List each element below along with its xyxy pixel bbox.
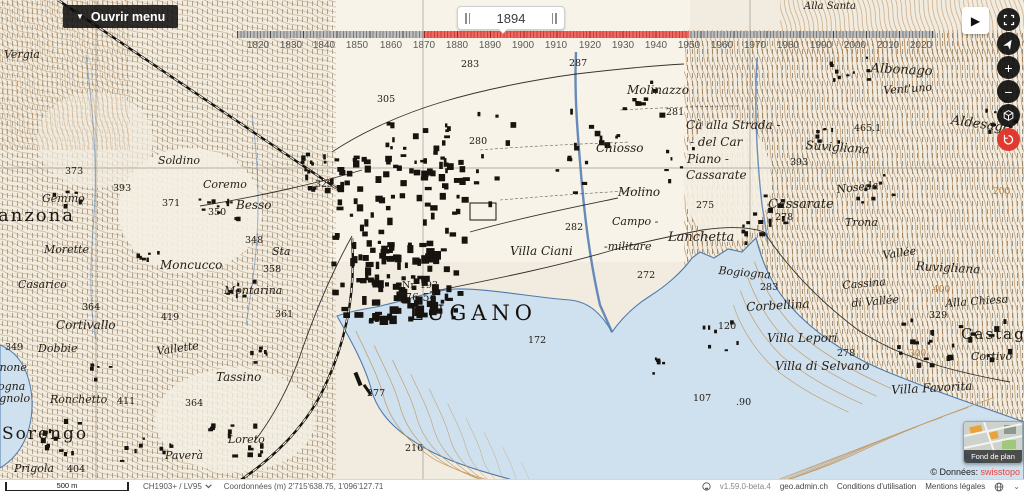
scale-label: 500 m xyxy=(7,481,127,490)
timeline-year-label: 1920 xyxy=(579,40,601,51)
fullscreen-icon xyxy=(1003,14,1015,26)
footer-bar: 500 m CH1903+ / LV95 Coordonnées (m) 2'7… xyxy=(0,479,1024,493)
current-year: 1894 xyxy=(497,11,526,26)
timeline-handle-pointer xyxy=(498,28,508,33)
open-menu-label: Ouvrir menu xyxy=(91,10,165,24)
play-button[interactable]: ▶ xyxy=(962,7,989,34)
open-menu-button[interactable]: ▼ Ouvrir menu xyxy=(63,5,178,28)
timeline-year-label: 1830 xyxy=(280,40,302,51)
timeline-year-label: 1960 xyxy=(711,40,733,51)
version-label[interactable]: v1.59.0-beta.4 xyxy=(720,482,771,491)
drag-grip-icon xyxy=(465,13,470,24)
timeline-year-label: 1950 xyxy=(678,40,700,51)
projection-label: CH1903+ / LV95 xyxy=(143,482,202,491)
timeline-year-label: 2010 xyxy=(877,40,899,51)
timeline-year-label: 1940 xyxy=(645,40,667,51)
basemap-selector[interactable]: Fond de plan xyxy=(963,421,1023,464)
cube-3d-icon xyxy=(1002,109,1015,122)
chevron-down-icon xyxy=(205,484,212,489)
zoom-in-button[interactable]: + xyxy=(997,56,1020,79)
footer-links: v1.59.0-beta.4 geo.admin.ch Conditions d… xyxy=(702,482,1024,492)
timeline-year-label: 1880 xyxy=(446,40,468,51)
geolocate-icon xyxy=(1003,38,1015,50)
timeline-year-label: 2020 xyxy=(910,40,932,51)
attribution-prefix: © Données: xyxy=(930,467,980,477)
projection-select[interactable]: CH1903+ / LV95 xyxy=(143,482,212,491)
timeline-year-label: 1970 xyxy=(744,40,766,51)
timeline-year-label: 1840 xyxy=(313,40,335,51)
conditions-link[interactable]: Conditions d'utilisation xyxy=(837,482,916,491)
github-icon[interactable] xyxy=(702,482,711,491)
attribution: © Données: swisstopo xyxy=(930,467,1020,477)
zoom-out-icon: − xyxy=(1004,84,1012,100)
mouse-coordinates: Coordonnées (m) 2'715'638.75, 1'096'127.… xyxy=(224,482,384,491)
timeline-year-label: 1930 xyxy=(612,40,634,51)
language-icon[interactable] xyxy=(994,482,1004,492)
view-3d-button[interactable] xyxy=(997,104,1020,127)
timeline-track[interactable] xyxy=(237,31,935,38)
fullscreen-button[interactable] xyxy=(997,8,1020,31)
timeline-year-label: 1980 xyxy=(777,40,799,51)
timeline-year-label: 1990 xyxy=(810,40,832,51)
timeline-year-label: 1850 xyxy=(346,40,368,51)
drag-grip-icon xyxy=(552,13,557,24)
attribution-swisstopo-link[interactable]: swisstopo xyxy=(980,467,1020,477)
timeline-year-label: 2000 xyxy=(844,40,866,51)
zoom-in-icon: + xyxy=(1004,60,1012,76)
caret-down-icon: ▼ xyxy=(76,13,84,21)
timeline-year-label: 1900 xyxy=(512,40,534,51)
geoadmin-link[interactable]: geo.admin.ch xyxy=(780,482,828,491)
zoom-out-button[interactable]: − xyxy=(997,80,1020,103)
timeline-year-label: 1820 xyxy=(247,40,269,51)
timeline-year-label: 1890 xyxy=(479,40,501,51)
scale-bar: 500 m xyxy=(5,482,129,491)
timeline-year-label: 1860 xyxy=(380,40,402,51)
mentions-legales-link[interactable]: Mentions légales xyxy=(925,482,985,491)
app-window: Vergia Soldino Coremo Besso Gemmo anzona… xyxy=(0,0,1024,493)
geolocate-button[interactable] xyxy=(997,32,1020,55)
map-canvas[interactable] xyxy=(0,0,1024,493)
history-icon xyxy=(1002,133,1015,146)
chevron-down-icon[interactable]: ⌄ xyxy=(1013,482,1020,491)
time-history-button[interactable] xyxy=(997,128,1020,151)
timeline-year-handle[interactable]: 1894 xyxy=(457,6,565,30)
play-icon: ▶ xyxy=(971,14,980,28)
timeline-year-label: 1870 xyxy=(413,40,435,51)
timeline-year-label: 1910 xyxy=(545,40,567,51)
map-controls: + − xyxy=(997,8,1020,151)
basemap-label: Fond de plan xyxy=(964,450,1022,463)
